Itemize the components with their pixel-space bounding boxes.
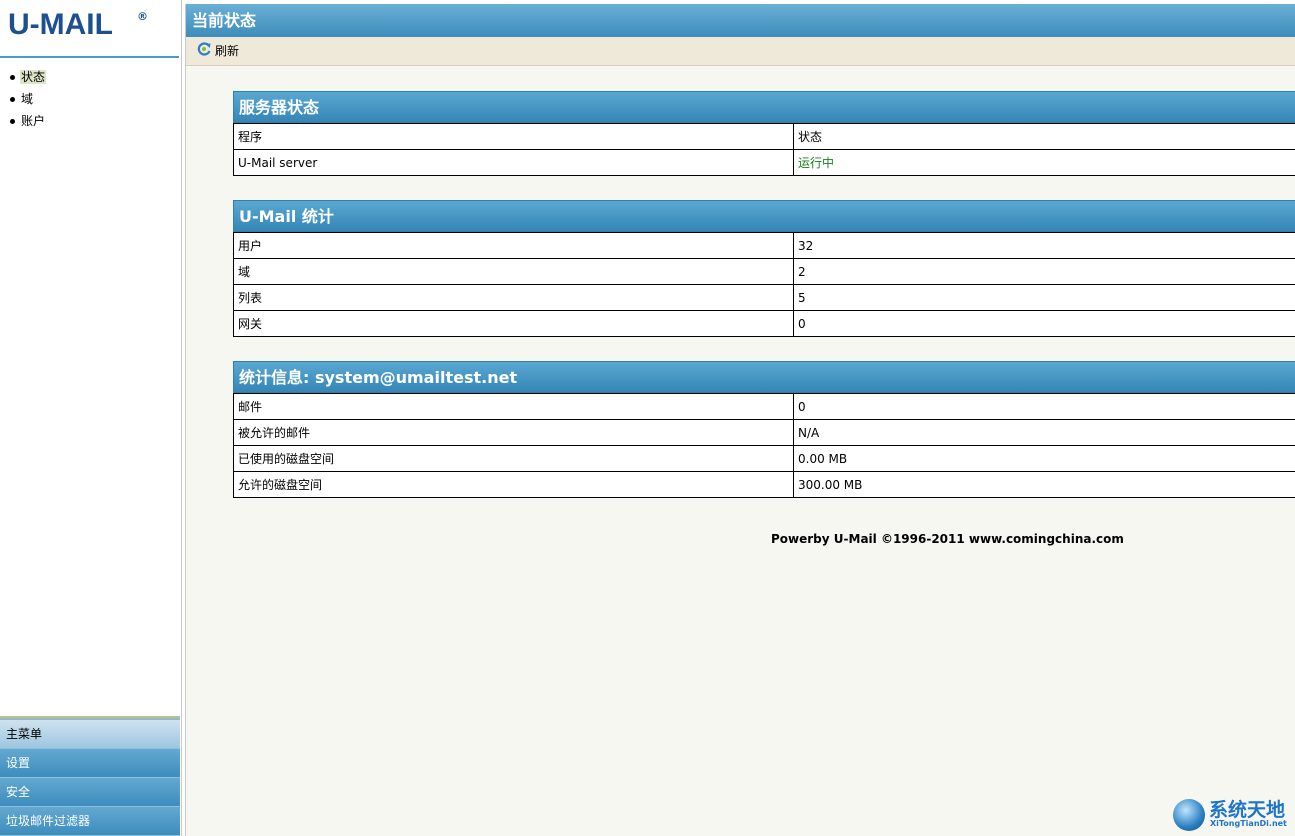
- sidebar-nav: 状态 域 账户: [0, 70, 181, 136]
- column-header-status: 状态: [793, 123, 1295, 150]
- table-row: 允许的磁盘空间 300.00 MB: [233, 471, 1295, 498]
- watermark-text: 系统天地: [1209, 799, 1286, 821]
- sidebar-item-label: 域: [21, 92, 34, 106]
- refresh-label: 刷新: [215, 44, 240, 58]
- toolbar: 刷新: [186, 37, 1295, 66]
- stat-label: 已使用的磁盘空间: [233, 445, 794, 472]
- table-row: 已使用的磁盘空间 0.00 MB: [233, 445, 1295, 472]
- bullet-icon: [10, 97, 15, 102]
- stat-label: 用户: [233, 232, 794, 259]
- umail-stats-title: U-Mail 统计: [233, 200, 1295, 232]
- server-status-title: 服务器状态: [233, 91, 1295, 123]
- umail-stats-table: 用户 32 域2 列表 5 网关 0: [233, 232, 1295, 337]
- stat-value: 32: [793, 232, 1295, 259]
- stat-label: 允许的磁盘空间: [233, 471, 794, 498]
- stat-label: 列表: [233, 284, 794, 311]
- account-stats-title: 统计信息: system@umailtest.net: [233, 361, 1295, 393]
- account-stats-table: 邮件 0 被允许的邮件 N/A 已使用的磁盘空间 0.00 MB 允许的磁盘空间 300…: [233, 393, 1295, 498]
- sidebar-item-label: 状态: [20, 70, 47, 84]
- sidebar-item-status[interactable]: 状态: [8, 70, 181, 92]
- column-header-program: 程序: [233, 123, 794, 150]
- stat-value: N/A: [793, 419, 1295, 446]
- table-row: U-Mail server 运行中: [233, 149, 1295, 176]
- refresh-icon: [197, 41, 211, 56]
- menu-item-security[interactable]: 安全: [0, 778, 180, 807]
- logo: U-MAIL ®: [0, 0, 179, 58]
- main-content: 当前状态 刷新 服务器状态 程序 状态 U-Mail server 运行中 U-…: [185, 4, 1295, 836]
- menu-item-main[interactable]: 主菜单: [0, 720, 180, 749]
- main-menu: 主菜单 设置 安全 垃圾邮件过滤器: [0, 716, 180, 836]
- table-row: 被允许的邮件 N/A: [233, 419, 1295, 446]
- stat-value: 2: [793, 258, 1295, 285]
- stat-label: 邮件: [233, 393, 794, 420]
- sidebar-item-label: 账户: [21, 114, 46, 128]
- stat-value: 0.00 MB: [793, 445, 1295, 472]
- bullet-icon: [10, 75, 15, 80]
- table-row: 邮件 0: [233, 393, 1295, 420]
- stat-label: 域: [233, 258, 794, 285]
- table-row: 域2: [233, 258, 1295, 285]
- footer-copyright: Powerby U-Mail ©1996-2011 www.comingchin…: [771, 532, 1124, 546]
- program-name: U-Mail server: [233, 149, 794, 176]
- status-value: 运行中: [793, 149, 1295, 176]
- bullet-icon: [10, 119, 15, 124]
- menu-item-settings[interactable]: 设置: [0, 749, 180, 778]
- globe-icon: [1173, 799, 1205, 831]
- watermark: 系统天地 XiTongTianDi.net: [1173, 796, 1291, 832]
- account-stats-panel: 统计信息: system@umailtest.net 邮件 0 被允许的邮件 N/A…: [233, 361, 1295, 498]
- table-row: 列表 5: [233, 284, 1295, 311]
- stat-label: 网关: [233, 310, 794, 337]
- stat-label: 被允许的邮件: [233, 419, 794, 446]
- logo-registered-mark: ®: [137, 10, 148, 23]
- sidebar: U-MAIL ® 状态 域 账户 主菜单 设置 安全 垃圾邮件过滤器: [0, 0, 182, 836]
- table-row: 网关 0: [233, 310, 1295, 337]
- sidebar-item-domain[interactable]: 域: [8, 92, 181, 114]
- menu-item-spam-filter[interactable]: 垃圾邮件过滤器: [0, 807, 180, 836]
- table-row: 用户 32: [233, 232, 1295, 259]
- page-title: 当前状态: [186, 4, 1295, 37]
- table-header-row: 程序 状态: [233, 123, 1295, 150]
- stat-value: 5: [793, 284, 1295, 311]
- server-status-table: 程序 状态 U-Mail server 运行中: [233, 123, 1295, 176]
- stat-value: 300.00 MB: [793, 471, 1295, 498]
- refresh-button[interactable]: 刷新: [196, 41, 240, 58]
- logo-text: U-MAIL: [8, 8, 113, 41]
- sidebar-item-account[interactable]: 账户: [8, 114, 181, 136]
- umail-stats-panel: U-Mail 统计 用户 32 域2 列表 5 网关 0: [233, 200, 1295, 337]
- server-status-panel: 服务器状态 程序 状态 U-Mail server 运行中: [233, 91, 1295, 176]
- stat-value: 0: [793, 393, 1295, 420]
- watermark-subtext: XiTongTianDi.net: [1210, 819, 1287, 828]
- stat-value: 0: [793, 310, 1295, 337]
